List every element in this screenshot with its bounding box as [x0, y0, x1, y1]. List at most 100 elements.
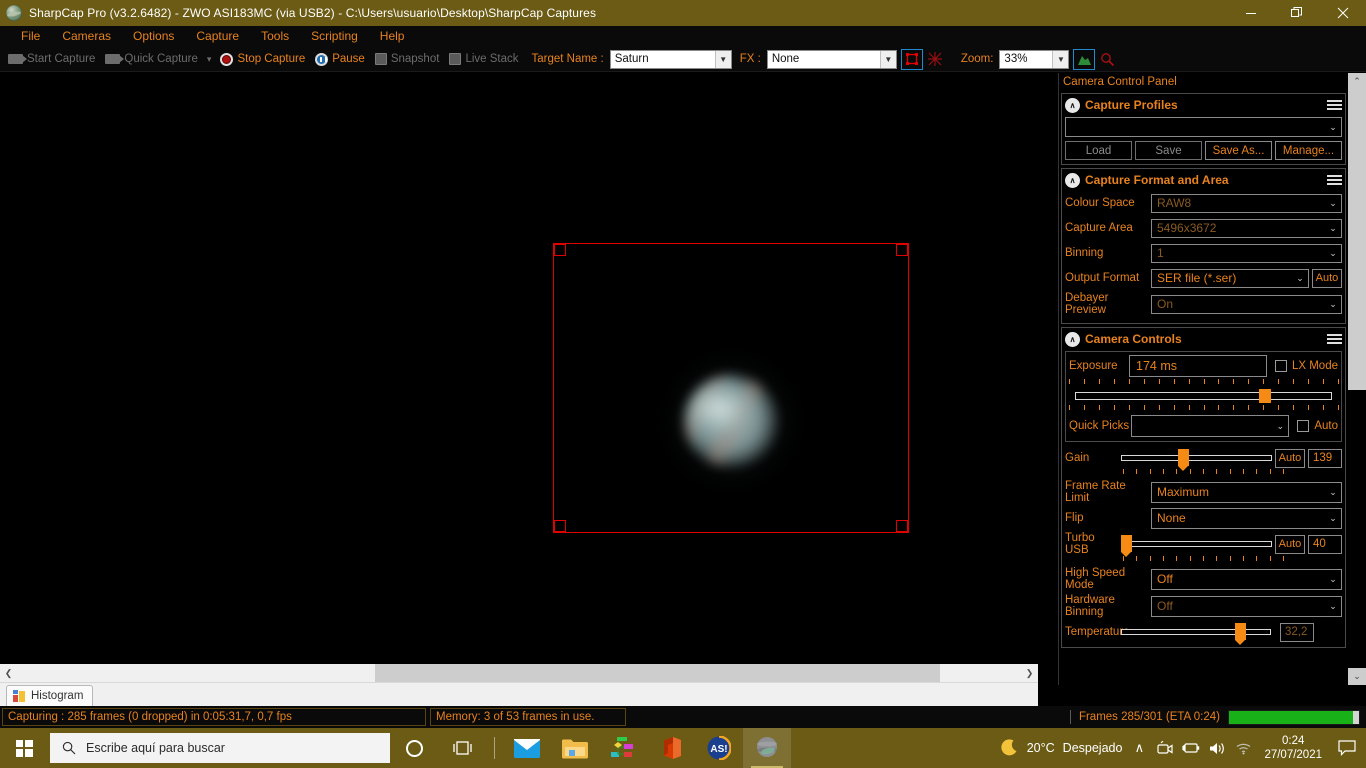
turbo-usb-value-input[interactable]: 40: [1308, 534, 1342, 554]
group-capture-profiles-title[interactable]: ∧ Capture Profiles: [1065, 96, 1342, 114]
tab-histogram[interactable]: Histogram: [6, 685, 94, 706]
menu-item-cameras[interactable]: Cameras: [51, 26, 122, 47]
fx-select[interactable]: None ▼: [766, 49, 897, 69]
chevron-down-icon[interactable]: ▼: [1052, 50, 1069, 68]
menu-item-options[interactable]: Options: [122, 26, 185, 47]
roi-handle-top-left[interactable]: [554, 244, 566, 256]
high-speed-mode-select[interactable]: Off ⌄: [1151, 568, 1342, 590]
group-camera-controls-title[interactable]: ∧ Camera Controls: [1065, 330, 1342, 348]
diagram-app-icon[interactable]: [599, 728, 647, 768]
quick-capture-dropdown-caret[interactable]: ▾: [203, 47, 216, 72]
window-title-bar[interactable]: SharpCap Pro (v3.2.6482) - ZWO ASI183MC …: [0, 0, 1366, 26]
exposure-slider[interactable]: [1069, 388, 1338, 404]
menu-item-capture[interactable]: Capture: [185, 26, 250, 47]
pause-button[interactable]: Pause: [310, 47, 370, 72]
exposure-input[interactable]: 174 ms: [1129, 355, 1267, 377]
cortana-button[interactable]: [390, 728, 438, 768]
lx-mode-checkbox[interactable]: [1274, 360, 1287, 372]
quick-picks-auto-checkbox[interactable]: [1297, 420, 1310, 432]
histogram-tool-button[interactable]: [1073, 48, 1096, 70]
chevron-up-icon[interactable]: ∧: [1065, 172, 1080, 188]
gain-auto-button[interactable]: Auto: [1275, 448, 1305, 468]
menu-item-tools[interactable]: Tools: [250, 26, 300, 47]
roi-handle-top-right[interactable]: [896, 244, 908, 256]
taskbar-search-box[interactable]: Escribe aquí para buscar: [50, 733, 390, 763]
zoom-tool-button[interactable]: [1097, 49, 1118, 69]
scroll-left-icon[interactable]: ❮: [0, 664, 17, 682]
quick-picks-select[interactable]: ⌄: [1131, 415, 1290, 437]
output-format-select[interactable]: SER file (*.ser) ⌄: [1151, 268, 1309, 288]
panel-vertical-scrollbar[interactable]: ⌃ ⌄: [1348, 73, 1366, 685]
chevron-down-icon[interactable]: ⌄: [1325, 299, 1341, 310]
task-view-button[interactable]: [438, 728, 486, 768]
clear-roi-button[interactable]: [924, 49, 945, 69]
chevron-down-icon[interactable]: ⌄: [1325, 574, 1341, 585]
chevron-down-icon[interactable]: ⌄: [1325, 513, 1341, 524]
gain-slider-thumb[interactable]: [1178, 449, 1190, 471]
volume-icon[interactable]: [1204, 728, 1230, 768]
chevron-down-icon[interactable]: ⌄: [1325, 122, 1341, 133]
chevron-up-icon[interactable]: ∧: [1126, 728, 1152, 768]
start-button[interactable]: [0, 728, 48, 768]
hardware-binning-select[interactable]: Off ⌄: [1151, 595, 1342, 617]
load-profile-button[interactable]: Load: [1065, 141, 1132, 160]
image-viewport[interactable]: [0, 73, 1038, 664]
turbo-usb-slider[interactable]: [1121, 533, 1272, 557]
vscroll-thumb[interactable]: [1348, 90, 1366, 390]
scroll-right-icon[interactable]: ❯: [1021, 664, 1038, 682]
close-button[interactable]: [1320, 0, 1366, 26]
roi-handle-bottom-right[interactable]: [896, 520, 908, 532]
scroll-up-icon[interactable]: ⌃: [1348, 73, 1366, 90]
menu-item-file[interactable]: File: [10, 26, 51, 47]
start-capture-button[interactable]: Start Capture: [3, 47, 100, 72]
target-name-input[interactable]: Saturn ▼: [609, 49, 732, 69]
save-as-profile-button[interactable]: Save As...: [1205, 141, 1272, 160]
gain-value-input[interactable]: 139: [1308, 448, 1342, 468]
scroll-down-icon[interactable]: ⌄: [1348, 668, 1366, 685]
autostakkert-app-icon[interactable]: AS!: [695, 728, 743, 768]
battery-icon[interactable]: [1178, 728, 1204, 768]
roi-handle-bottom-left[interactable]: [554, 520, 566, 532]
chevron-up-icon[interactable]: ∧: [1065, 331, 1080, 347]
live-stack-button[interactable]: Live Stack: [444, 47, 523, 72]
chevron-down-icon[interactable]: ▼: [714, 50, 731, 68]
chevron-up-icon[interactable]: ∧: [1065, 97, 1080, 113]
chevron-down-icon[interactable]: ⌄: [1325, 198, 1341, 209]
frame-rate-limit-select[interactable]: Maximum ⌄: [1151, 481, 1342, 503]
sharpcap-app-icon[interactable]: [743, 728, 791, 768]
taskbar-clock[interactable]: 0:24 27/07/2021: [1256, 734, 1330, 762]
chevron-down-icon[interactable]: ⌄: [1325, 223, 1341, 234]
save-profile-button[interactable]: Save: [1135, 141, 1202, 160]
chevron-down-icon[interactable]: ⌄: [1292, 273, 1308, 284]
turbo-usb-slider-thumb[interactable]: [1121, 535, 1132, 557]
group-capture-format-title[interactable]: ∧ Capture Format and Area: [1065, 171, 1342, 189]
manage-profiles-button[interactable]: Manage...: [1275, 141, 1342, 160]
exposure-slider-thumb[interactable]: [1259, 389, 1271, 403]
menu-item-scripting[interactable]: Scripting: [300, 26, 369, 47]
stop-capture-button[interactable]: Stop Capture: [215, 47, 310, 72]
chevron-down-icon[interactable]: ▼: [879, 50, 896, 68]
chevron-down-icon[interactable]: ⌄: [1325, 487, 1341, 498]
hscroll-thumb[interactable]: [375, 664, 940, 682]
zoom-select[interactable]: 33% ▼: [999, 49, 1070, 69]
output-format-auto-button[interactable]: Auto: [1312, 268, 1342, 288]
capture-profile-select[interactable]: ⌄: [1065, 117, 1342, 137]
gain-slider-track[interactable]: [1121, 455, 1272, 461]
file-explorer-icon[interactable]: [551, 728, 599, 768]
chevron-down-icon[interactable]: ⌄: [1325, 601, 1341, 612]
minimize-button[interactable]: [1228, 0, 1274, 26]
viewport-horizontal-scrollbar[interactable]: ❮ ❯: [0, 664, 1038, 682]
mail-app-icon[interactable]: [503, 728, 551, 768]
restore-button[interactable]: [1274, 0, 1320, 26]
chevron-down-icon[interactable]: ⌄: [1272, 421, 1288, 432]
group-menu-icon[interactable]: [1327, 334, 1342, 344]
group-menu-icon[interactable]: [1327, 100, 1342, 110]
flip-select[interactable]: None ⌄: [1151, 507, 1342, 529]
snapshot-button[interactable]: Snapshot: [370, 47, 445, 72]
hscroll-track[interactable]: [17, 664, 1021, 682]
group-menu-icon[interactable]: [1327, 175, 1342, 185]
gain-slider[interactable]: [1121, 447, 1272, 471]
exposure-slider-track[interactable]: [1075, 392, 1332, 400]
wifi-icon[interactable]: [1230, 728, 1256, 768]
roi-selection-rectangle[interactable]: [553, 243, 909, 533]
